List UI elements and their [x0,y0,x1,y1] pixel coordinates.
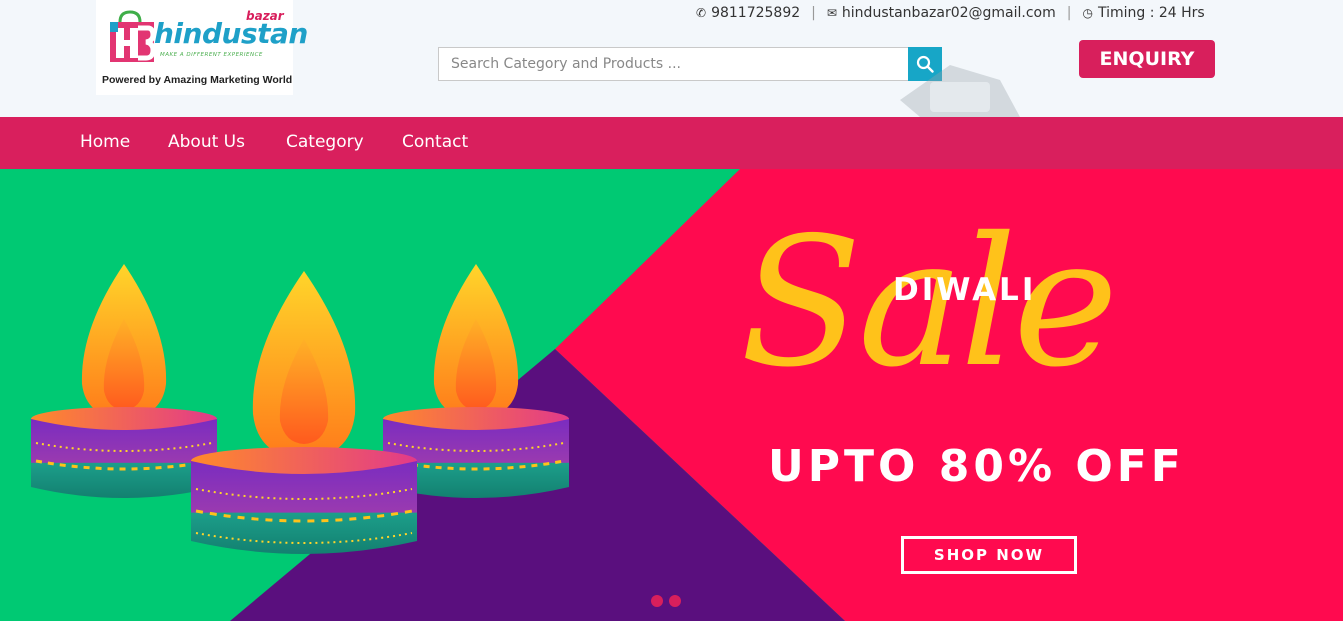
site-header: bazar hindustan MAKE A DIFFERENT EXPERIE… [0,0,1343,117]
hero-diwali-title: DIWALI [893,272,1037,308]
nav-home[interactable]: Home [80,132,130,152]
contact-timing: Timing : 24 Hrs [1097,5,1205,21]
envelope-icon: ✉ [826,6,837,20]
carousel-dot[interactable] [651,595,663,607]
enquiry-button[interactable]: ENQUIRY [1079,40,1215,78]
nav-category[interactable]: Category [286,132,364,152]
nav-contact[interactable]: Contact [402,132,468,152]
hero-offer-text: UPTO 80% OFF [768,441,1185,492]
nav-about-us[interactable]: About Us [168,132,245,152]
contact-phone[interactable]: 9811725892 [711,5,800,21]
phone-icon: ✆ [696,6,707,20]
site-logo[interactable]: bazar hindustan MAKE A DIFFERENT EXPERIE… [96,0,308,95]
contact-email[interactable]: hindustanbazar02@gmail.com [842,5,1056,21]
clock-icon: ◷ [1082,6,1093,20]
logo-tagline: MAKE A DIFFERENT EXPERIENCE [160,52,263,58]
hero-banner[interactable]: Sale DIWALI UPTO 80% OFF SHOP NOW [0,169,1343,621]
contact-separator: | [811,5,816,21]
main-nav: Home About Us Category Contact [0,117,1343,169]
search-bar [438,47,942,81]
search-input[interactable] [438,47,908,81]
contact-bar: ✆ 9811725892 | ✉ hindustanbazar02@gmail.… [696,5,1205,21]
logo-name-text: hindustan [154,17,308,50]
contact-separator: | [1066,5,1072,21]
watch-watermark-image [900,65,1020,117]
hero-background [0,169,1343,621]
carousel-dot[interactable] [669,595,681,607]
logo-mark-icon [110,10,156,62]
logo-powered-by: Powered by Amazing Marketing World [102,74,293,86]
shop-now-button[interactable]: SHOP NOW [901,536,1077,574]
carousel-indicators [651,595,681,607]
